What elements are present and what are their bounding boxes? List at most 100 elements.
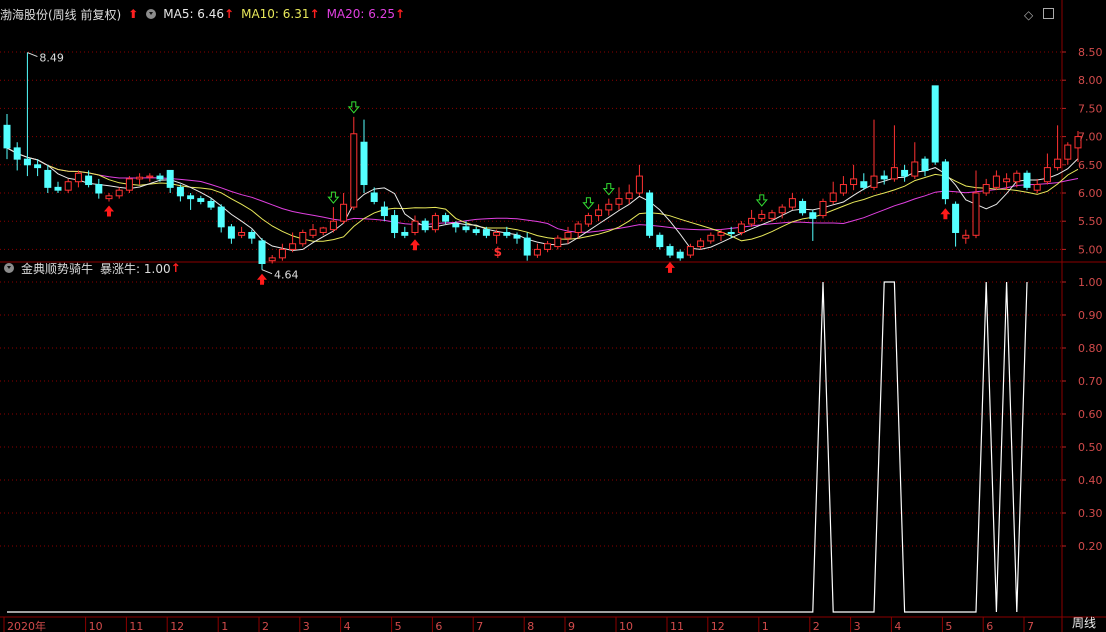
candle-down [666,246,674,256]
candle-up [778,206,786,214]
indicator-tick-label: 0.20 [1078,540,1103,553]
x-tick-label: 2 [813,620,820,632]
candle-up [1054,158,1062,169]
high-label-pointer [27,52,38,58]
candle-up [564,231,572,239]
candle-up [350,133,358,208]
candle-up [1033,184,1041,191]
candle-down [166,169,174,188]
candle-up [411,220,419,233]
candle-up [268,257,276,262]
candle-down [880,175,888,180]
price-tick-label: 8.00 [1078,74,1103,87]
candle-down [727,231,735,235]
candle-up [992,175,1000,188]
candle-down [248,231,256,239]
indicator-tick-label: 0.50 [1078,441,1103,454]
sell-signal-arrow-icon [582,197,595,210]
indicator-tick-label: 0.90 [1078,309,1103,322]
candle-down [176,186,184,197]
candle-down [901,169,909,177]
price-tick-label: 6.00 [1078,187,1103,200]
low-label-pointer [261,269,273,275]
candle-up [829,192,837,202]
x-tick-label: 4 [344,620,351,632]
candle-down [1023,172,1031,188]
candle-down [952,203,960,233]
x-tick-label: 1 [221,620,228,632]
price-tick-label: 6.50 [1078,159,1103,172]
buy-signal-arrow-icon [410,239,420,251]
price-tick-label: 5.50 [1078,215,1103,228]
x-tick-label: 2 [262,620,269,632]
candle-up [544,243,552,250]
candle-down [23,158,31,166]
candle-up [309,229,317,236]
indicator-tick-label: 0.40 [1078,474,1103,487]
period-label[interactable]: 周线 [1072,614,1096,631]
x-tick-label: 3 [854,620,861,632]
high-price-label: 8.49 [39,52,64,65]
candle-up [1043,167,1051,183]
candle-down [656,234,664,248]
candle-up [686,246,694,256]
candle-up [329,220,337,231]
candle-down [34,164,42,169]
candle-up [278,248,286,259]
candle-up [870,175,878,188]
candle-up [115,189,123,197]
candle-up [64,181,72,191]
candle-down [156,175,164,180]
x-tick-label: 9 [568,620,575,632]
candle-up [982,184,990,194]
buy-signal-arrow-icon [665,261,675,273]
candle-up [605,203,613,211]
candle-down [482,229,490,236]
candle-down [44,169,52,188]
candle-down [523,237,531,256]
candle-down [401,231,409,236]
x-tick-label: 1 [762,620,769,632]
candle-down [227,226,235,239]
chart-canvas[interactable]: 8.49 4.64 $ 8.50 8.00 7.50 7.00 6.50 6.00 5.50 5… [0,0,1106,632]
candle-up [707,234,715,242]
candle-down [197,198,205,202]
candle-up [625,192,633,200]
candle-up [788,198,796,208]
x-tick-label: 7 [476,620,483,632]
x-tick-label: 6 [435,620,442,632]
candle-up [1013,172,1021,183]
candle-up [697,240,705,248]
candle-up [748,217,756,225]
candle-up [890,167,898,180]
x-tick-label: 10 [89,620,103,632]
candle-up [1003,178,1011,183]
buy-signal-arrow-icon [257,273,267,285]
candle-down [95,184,103,194]
candle-down [391,215,399,233]
candle-up [431,215,439,231]
grid-layer [0,0,1106,632]
candle-up [574,223,582,233]
candle-down [799,200,807,214]
x-tick-label: 11 [670,620,684,632]
price-tick-label: 8.50 [1078,46,1103,59]
candle-down [941,161,949,200]
candle-up [758,213,766,219]
indicator-tick-label: 1.00 [1078,276,1103,289]
buy-signal-arrow-icon [940,208,951,220]
candle-down [442,215,450,222]
candle-down [452,223,460,228]
candle-up [972,192,980,236]
x-tick-label: 7 [1027,620,1034,632]
x-tick-label: 11 [129,620,143,632]
candle-up [584,215,592,225]
candle-up [595,209,603,217]
x-tick-label: 5 [395,620,402,632]
candle-down [3,124,11,149]
price-tick-label: 5.00 [1078,243,1103,256]
price-tick-label: 7.50 [1078,102,1103,115]
candle-up [105,195,113,200]
candle-up [299,231,307,245]
sell-signal-arrow-icon [347,101,360,114]
